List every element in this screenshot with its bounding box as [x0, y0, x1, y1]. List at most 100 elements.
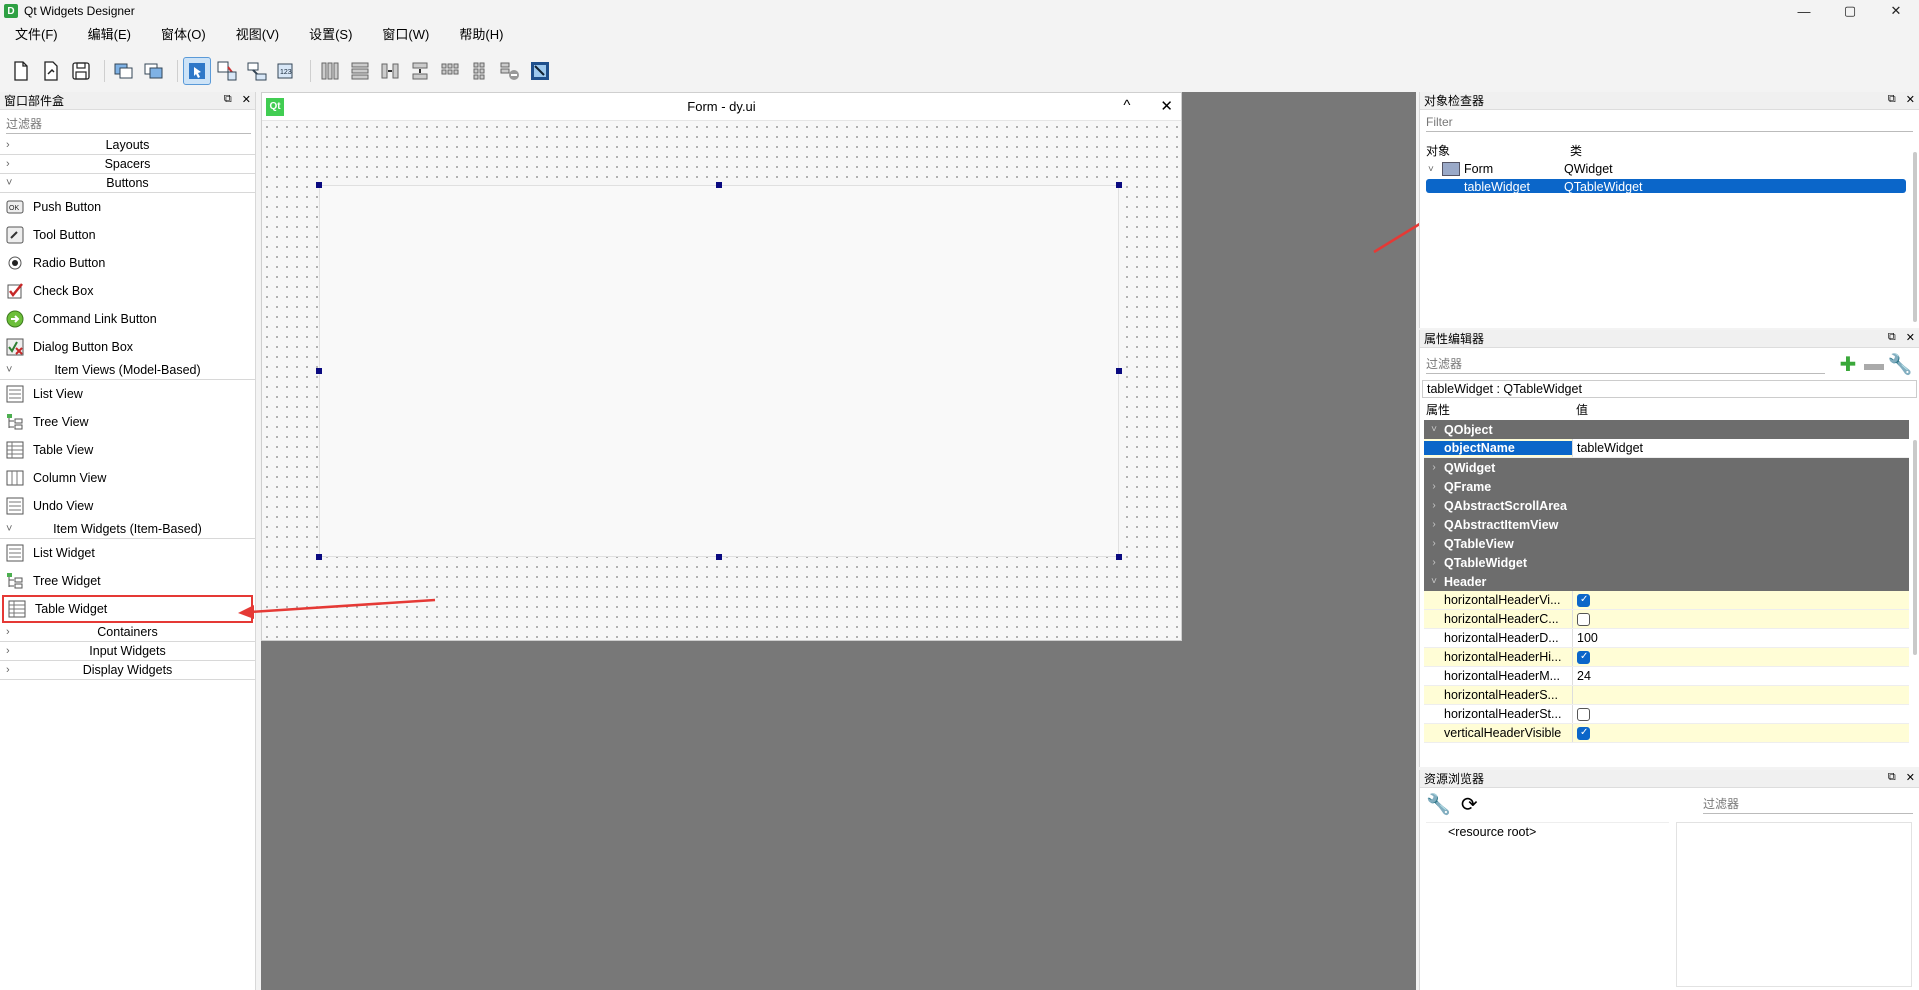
- category-item-views[interactable]: ˅ Item Views (Model-Based): [0, 361, 255, 380]
- widget-list-widget[interactable]: List Widget: [0, 539, 255, 567]
- resize-handle[interactable]: [1116, 554, 1122, 560]
- property-value[interactable]: [1572, 686, 1909, 704]
- lay-out-vertical-splitter-icon[interactable]: [407, 58, 433, 84]
- property-row[interactable]: horizontalHeaderC...: [1424, 610, 1909, 629]
- category-containers[interactable]: › Containers: [0, 623, 255, 642]
- property-row[interactable]: horizontalHeaderVi...: [1424, 591, 1909, 610]
- resize-handle[interactable]: [316, 182, 322, 188]
- group-qtablewidget[interactable]: › QTableWidget: [1424, 553, 1909, 572]
- lay-out-horizontally-icon[interactable]: [317, 58, 343, 84]
- resize-handle[interactable]: [316, 368, 322, 374]
- tree-row-tablewidget[interactable]: tableWidget QTableWidget: [1420, 178, 1919, 196]
- widget-tool-button[interactable]: Tool Button: [0, 221, 255, 249]
- category-display-widgets[interactable]: › Display Widgets: [0, 661, 255, 680]
- property-objectname[interactable]: objectName tableWidget: [1424, 439, 1909, 458]
- category-layouts[interactable]: › Layouts: [0, 136, 255, 155]
- group-qobject[interactable]: ˅ QObject: [1424, 420, 1909, 439]
- widget-push-button[interactable]: OK Push Button: [0, 193, 255, 221]
- property-row[interactable]: horizontalHeaderM... 24: [1424, 667, 1909, 686]
- property-checkbox[interactable]: [1577, 593, 1590, 607]
- object-filter-input[interactable]: Filter: [1426, 112, 1913, 132]
- resize-handle[interactable]: [716, 554, 722, 560]
- maximize-button[interactable]: ▢: [1827, 0, 1873, 22]
- close-form-button[interactable]: ✕: [1160, 97, 1173, 115]
- property-row[interactable]: horizontalHeaderS...: [1424, 686, 1909, 705]
- property-row[interactable]: horizontalHeaderD... 100: [1424, 629, 1909, 648]
- scrollbar[interactable]: [1913, 152, 1917, 322]
- edit-buddies-icon[interactable]: [244, 58, 270, 84]
- widget-check-box[interactable]: Check Box: [0, 277, 255, 305]
- widget-list-view[interactable]: List View: [0, 380, 255, 408]
- property-row[interactable]: verticalHeaderVisible: [1424, 724, 1909, 743]
- property-checkbox[interactable]: [1577, 612, 1590, 626]
- close-panel-icon[interactable]: ✕: [1906, 771, 1915, 784]
- edit-tab-order-icon[interactable]: 123: [274, 58, 300, 84]
- resize-handle[interactable]: [716, 182, 722, 188]
- float-panel-icon[interactable]: ⧉: [1888, 771, 1896, 784]
- form-window[interactable]: Qt Form - dy.ui ^ ✕: [261, 92, 1182, 641]
- group-header[interactable]: ˅ Header: [1424, 572, 1909, 591]
- new-file-icon[interactable]: [8, 58, 34, 84]
- send-to-back-icon[interactable]: [111, 58, 137, 84]
- widget-undo-view[interactable]: Undo View: [0, 492, 255, 520]
- widget-box-filter-input[interactable]: 过滤器: [6, 114, 251, 134]
- property-checkbox[interactable]: [1577, 650, 1590, 664]
- property-filter-input[interactable]: 过滤器: [1426, 354, 1825, 374]
- break-layout-icon[interactable]: [497, 58, 523, 84]
- menu-settings[interactable]: 设置(S): [300, 24, 361, 43]
- property-row[interactable]: horizontalHeaderHi...: [1424, 648, 1909, 667]
- widget-table-widget[interactable]: Table Widget: [2, 595, 253, 623]
- widget-radio-button[interactable]: Radio Button: [0, 249, 255, 277]
- resize-handle[interactable]: [1116, 368, 1122, 374]
- menu-view[interactable]: 视图(V): [227, 24, 288, 43]
- scrollbar[interactable]: [1913, 440, 1917, 655]
- property-checkbox[interactable]: [1577, 726, 1590, 740]
- group-qwidget[interactable]: › QWidget: [1424, 458, 1909, 477]
- resource-root-item[interactable]: <resource root>: [1426, 823, 1669, 839]
- edit-widgets-icon[interactable]: [183, 57, 211, 85]
- collapse-form-button[interactable]: ^: [1123, 97, 1130, 115]
- property-row[interactable]: horizontalHeaderSt...: [1424, 705, 1909, 724]
- group-qframe[interactable]: › QFrame: [1424, 477, 1909, 496]
- widget-table-view[interactable]: Table View: [0, 436, 255, 464]
- column-object[interactable]: 对象: [1426, 142, 1570, 159]
- configure-wrench-icon[interactable]: 🔧: [1887, 353, 1913, 376]
- category-input-widgets[interactable]: › Input Widgets: [0, 642, 255, 661]
- form-title-bar[interactable]: Qt Form - dy.ui ^ ✕: [262, 93, 1181, 121]
- widget-column-view[interactable]: Column View: [0, 464, 255, 492]
- category-spacers[interactable]: › Spacers: [0, 155, 255, 174]
- widget-dialog-button-box[interactable]: Dialog Button Box: [0, 333, 255, 361]
- float-panel-icon[interactable]: ⧉: [1888, 331, 1896, 344]
- lay-out-grid-icon[interactable]: [437, 58, 463, 84]
- bring-to-front-icon[interactable]: [141, 58, 167, 84]
- table-widget-on-form[interactable]: [319, 185, 1119, 557]
- menu-window[interactable]: 窗口(W): [373, 24, 438, 43]
- minimize-button[interactable]: —: [1781, 0, 1827, 22]
- property-checkbox[interactable]: [1577, 707, 1590, 721]
- resize-handle[interactable]: [1116, 182, 1122, 188]
- lay-out-horizontal-splitter-icon[interactable]: [377, 58, 403, 84]
- reload-icon[interactable]: ⟳: [1461, 792, 1478, 817]
- adjust-size-icon[interactable]: [527, 58, 553, 84]
- float-panel-icon[interactable]: ⧉: [224, 93, 232, 106]
- group-qtableview[interactable]: › QTableView: [1424, 534, 1909, 553]
- property-value[interactable]: 24: [1572, 667, 1909, 685]
- resource-tree[interactable]: <resource root>: [1426, 822, 1669, 987]
- edit-resources-wrench-icon[interactable]: 🔧: [1426, 792, 1451, 817]
- menu-form[interactable]: 窗体(O): [152, 24, 215, 43]
- edit-signals-slots-icon[interactable]: [214, 58, 240, 84]
- property-value[interactable]: 100: [1572, 629, 1909, 647]
- group-qabstractitemview[interactable]: › QAbstractItemView: [1424, 515, 1909, 534]
- close-window-button[interactable]: ✕: [1873, 0, 1919, 22]
- widget-tree-widget[interactable]: Tree Widget: [0, 567, 255, 595]
- add-property-icon[interactable]: ✚: [1835, 353, 1861, 376]
- form-canvas[interactable]: [262, 122, 1181, 640]
- widget-command-link-button[interactable]: Command Link Button: [0, 305, 255, 333]
- close-panel-icon[interactable]: ✕: [1906, 331, 1915, 344]
- category-buttons[interactable]: ˅ Buttons: [0, 174, 255, 193]
- close-panel-icon[interactable]: ✕: [1906, 93, 1915, 106]
- column-value[interactable]: 值: [1576, 401, 1588, 418]
- menu-help[interactable]: 帮助(H): [450, 24, 512, 43]
- column-class[interactable]: 类: [1570, 142, 1582, 159]
- resize-handle[interactable]: [316, 554, 322, 560]
